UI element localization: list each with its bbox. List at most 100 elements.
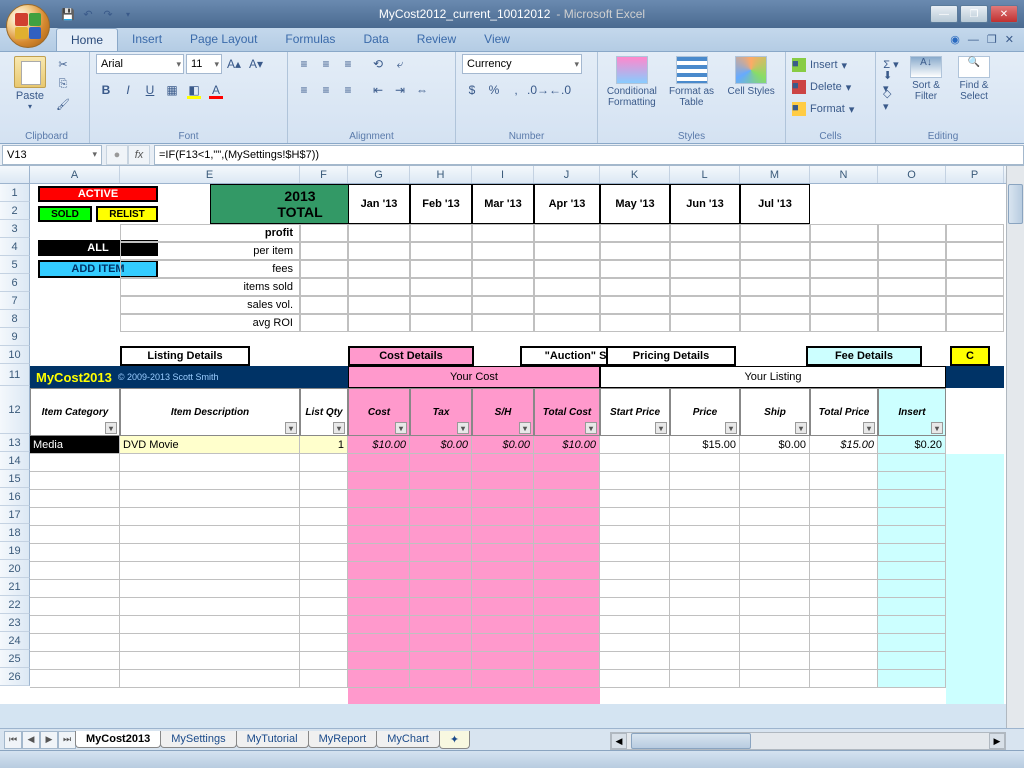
clear-icon[interactable]: ◇ ▾ xyxy=(882,92,900,108)
empty-cell[interactable] xyxy=(348,634,410,652)
empty-cell[interactable] xyxy=(472,616,534,634)
help-icon[interactable]: ◉ xyxy=(950,33,960,46)
empty-cell[interactable] xyxy=(300,562,348,580)
summary-cell[interactable] xyxy=(410,278,472,296)
summary-cell[interactable] xyxy=(740,314,810,332)
empty-cell[interactable] xyxy=(120,454,300,472)
column-header-cell[interactable]: Item Category xyxy=(30,388,120,436)
empty-cell[interactable] xyxy=(878,490,946,508)
summary-cell[interactable] xyxy=(670,296,740,314)
summary-cell[interactable] xyxy=(410,314,472,332)
summary-cell[interactable] xyxy=(810,314,878,332)
data-cell[interactable]: $0.00 xyxy=(740,436,810,454)
row-header[interactable]: 25 xyxy=(0,650,30,668)
empty-cell[interactable] xyxy=(534,454,600,472)
tab-home[interactable]: Home xyxy=(56,28,118,51)
summary-cell[interactable] xyxy=(878,296,946,314)
empty-cell[interactable] xyxy=(600,562,670,580)
summary-cell[interactable] xyxy=(878,278,946,296)
summary-cell[interactable] xyxy=(810,224,878,242)
summary-cell[interactable] xyxy=(600,296,670,314)
font-size-combo[interactable]: 11 xyxy=(186,54,222,74)
empty-cell[interactable] xyxy=(472,490,534,508)
border-button[interactable]: ▦ xyxy=(162,80,182,100)
empty-cell[interactable] xyxy=(670,634,740,652)
summary-cell[interactable] xyxy=(740,296,810,314)
empty-cell[interactable] xyxy=(810,508,878,526)
empty-cell[interactable] xyxy=(810,472,878,490)
data-cell[interactable]: $0.00 xyxy=(410,436,472,454)
indent-increase-icon[interactable]: ⇥ xyxy=(390,80,410,100)
name-box[interactable]: V13 xyxy=(2,145,102,165)
summary-cell[interactable] xyxy=(534,260,600,278)
column-header-cell[interactable]: Start Price xyxy=(600,388,670,436)
empty-cell[interactable] xyxy=(740,472,810,490)
empty-cell[interactable] xyxy=(810,580,878,598)
empty-cell[interactable] xyxy=(348,526,410,544)
summary-cell[interactable] xyxy=(472,296,534,314)
sheet-tab[interactable]: MyReport xyxy=(308,731,378,748)
col-header[interactable]: E xyxy=(120,166,300,183)
empty-cell[interactable] xyxy=(670,580,740,598)
empty-cell[interactable] xyxy=(410,616,472,634)
empty-cell[interactable] xyxy=(472,652,534,670)
empty-cell[interactable] xyxy=(600,580,670,598)
column-header-cell[interactable]: Tax xyxy=(410,388,472,436)
empty-cell[interactable] xyxy=(878,670,946,688)
italic-button[interactable]: I xyxy=(118,80,138,100)
summary-cell[interactable] xyxy=(810,296,878,314)
empty-cell[interactable] xyxy=(740,454,810,472)
summary-cell[interactable] xyxy=(534,224,600,242)
empty-cell[interactable] xyxy=(534,544,600,562)
office-button[interactable] xyxy=(6,4,50,48)
empty-cell[interactable] xyxy=(300,670,348,688)
empty-cell[interactable] xyxy=(810,544,878,562)
summary-cell[interactable] xyxy=(472,314,534,332)
empty-cell[interactable] xyxy=(348,544,410,562)
empty-cell[interactable] xyxy=(740,616,810,634)
empty-cell[interactable] xyxy=(600,472,670,490)
empty-cell[interactable] xyxy=(410,598,472,616)
empty-cell[interactable] xyxy=(740,634,810,652)
format-as-table-button[interactable]: Format as Table xyxy=(664,54,720,110)
empty-cell[interactable] xyxy=(120,490,300,508)
empty-cell[interactable] xyxy=(670,490,740,508)
empty-cell[interactable] xyxy=(300,616,348,634)
summary-cell[interactable] xyxy=(300,260,348,278)
summary-cell[interactable] xyxy=(534,242,600,260)
row-header[interactable]: 23 xyxy=(0,614,30,632)
row-header[interactable]: 17 xyxy=(0,506,30,524)
empty-cell[interactable] xyxy=(348,454,410,472)
scroll-right-icon[interactable]: ▶ xyxy=(989,733,1005,749)
relist-button[interactable]: RELIST xyxy=(96,206,158,222)
empty-cell[interactable] xyxy=(670,472,740,490)
column-header-cell[interactable]: Total Cost xyxy=(534,388,600,436)
tab-nav-prev-icon[interactable]: ◀ xyxy=(22,731,40,749)
empty-cell[interactable] xyxy=(878,454,946,472)
empty-cell[interactable] xyxy=(878,652,946,670)
col-header[interactable]: M xyxy=(740,166,810,183)
empty-cell[interactable] xyxy=(878,526,946,544)
active-button[interactable]: ACTIVE xyxy=(38,186,158,202)
summary-cell[interactable] xyxy=(410,224,472,242)
empty-cell[interactable] xyxy=(410,508,472,526)
empty-cell[interactable] xyxy=(600,454,670,472)
summary-cell[interactable] xyxy=(348,278,410,296)
column-header-cell[interactable]: Total Price xyxy=(810,388,878,436)
format-cells-button[interactable]: ■Format ▾ xyxy=(792,98,854,120)
data-cell[interactable]: $0.00 xyxy=(472,436,534,454)
section-button[interactable]: C xyxy=(950,346,990,366)
align-bottom-icon[interactable]: ≡ xyxy=(338,54,358,74)
empty-cell[interactable] xyxy=(670,544,740,562)
empty-cell[interactable] xyxy=(878,472,946,490)
empty-cell[interactable] xyxy=(120,580,300,598)
empty-cell[interactable] xyxy=(534,580,600,598)
empty-cell[interactable] xyxy=(472,544,534,562)
summary-cell[interactable] xyxy=(600,260,670,278)
section-button[interactable]: Listing Details xyxy=(120,346,250,366)
data-cell[interactable]: $15.00 xyxy=(670,436,740,454)
empty-cell[interactable] xyxy=(120,472,300,490)
empty-cell[interactable] xyxy=(410,526,472,544)
empty-cell[interactable] xyxy=(300,634,348,652)
tab-data[interactable]: Data xyxy=(349,28,402,51)
